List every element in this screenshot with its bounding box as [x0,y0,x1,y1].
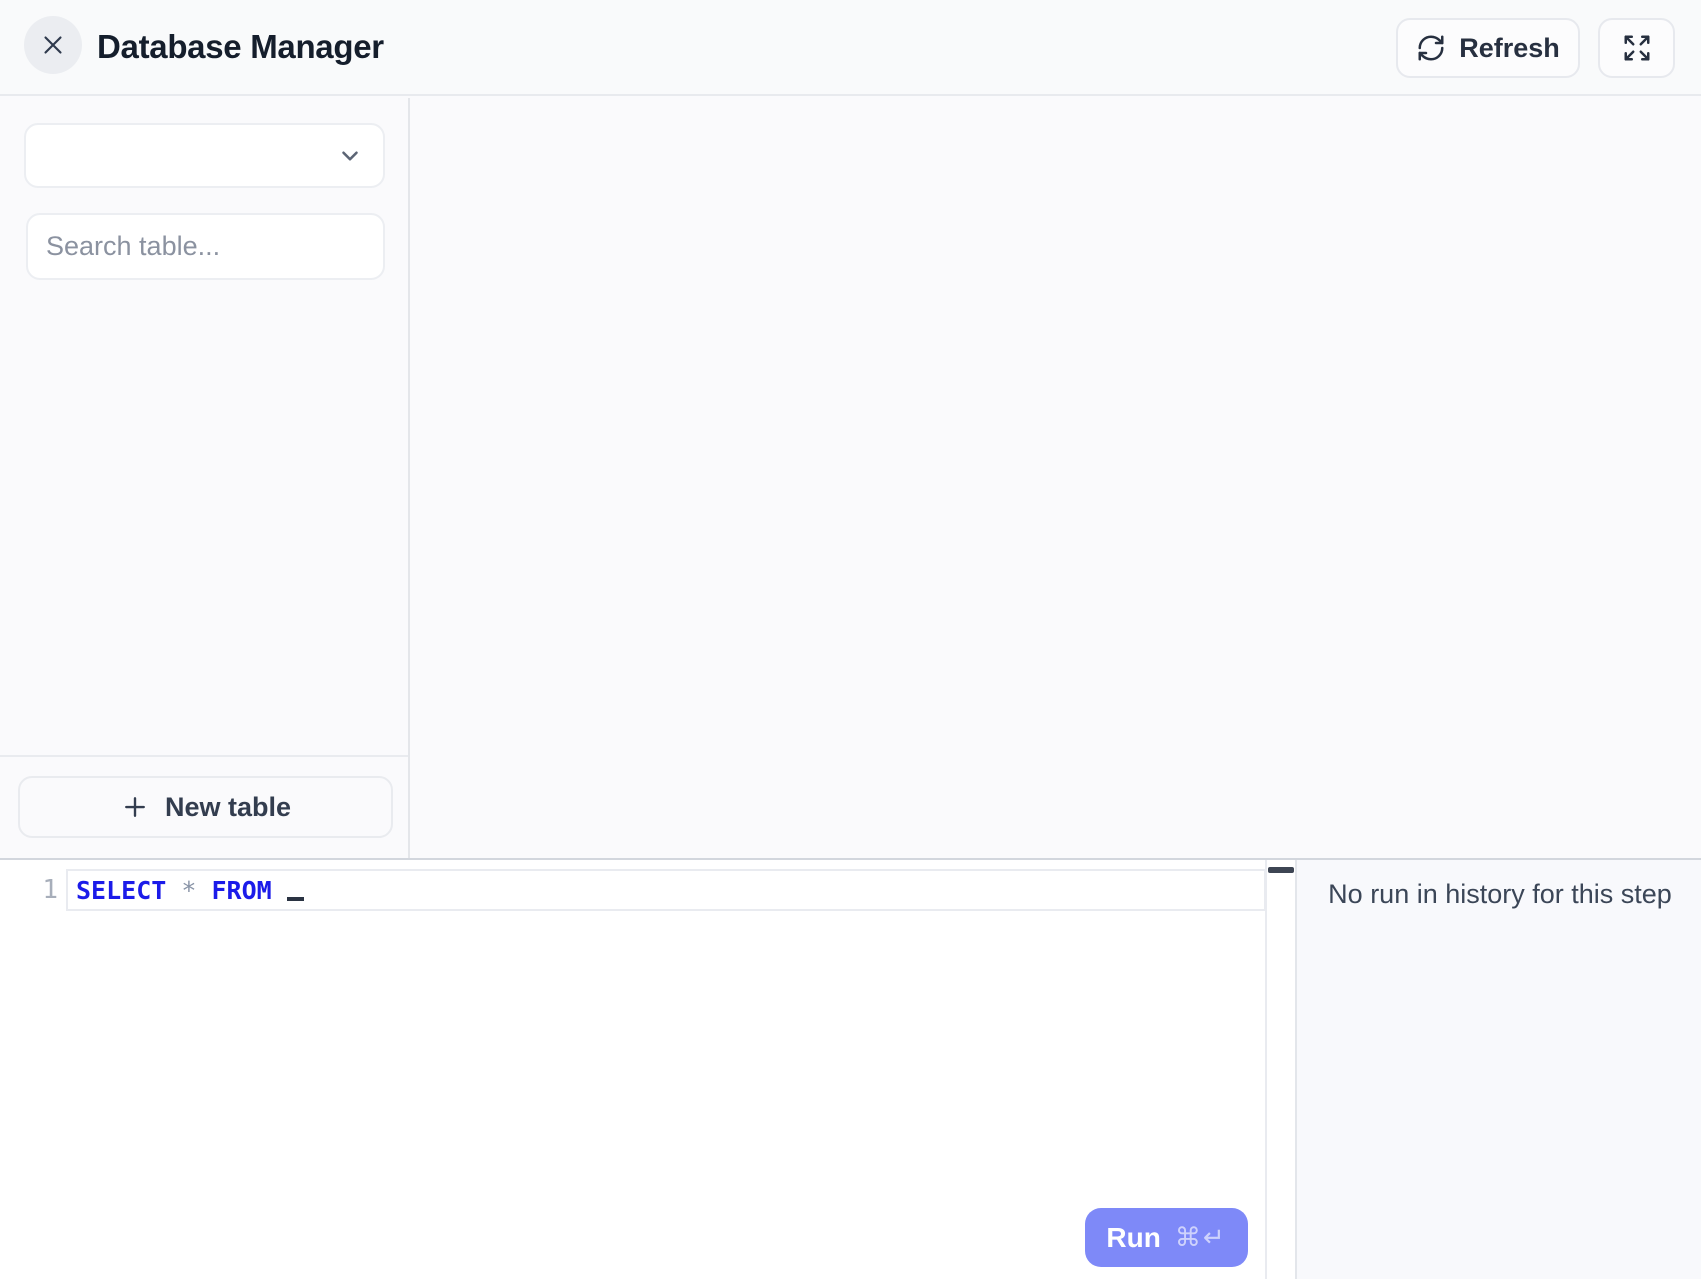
header: Database Manager Refresh [0,0,1701,96]
header-actions: Refresh [1396,18,1675,78]
run-label: Run [1106,1222,1160,1254]
refresh-label: Refresh [1459,33,1560,64]
sql-star-operator: * [181,876,196,905]
sidebar-divider [0,755,408,757]
sql-editor[interactable]: 1 SELECT * FROM Run ⌘↵ [0,860,1297,1279]
expand-button[interactable] [1598,18,1675,78]
page-title: Database Manager [97,28,384,66]
run-shortcut-hint: ⌘↵ [1175,1222,1227,1253]
sql-keyword-from: FROM [212,876,272,905]
history-empty-message: No run in history for this step [1299,879,1701,910]
new-table-button[interactable]: New table [18,776,393,838]
sql-space [196,876,211,905]
expand-icon [1622,33,1652,63]
sql-space [166,876,181,905]
refresh-icon [1416,33,1446,63]
refresh-button[interactable]: Refresh [1396,18,1580,78]
scrollbar-thumb[interactable] [1268,867,1294,873]
close-button[interactable] [24,16,82,74]
line-number: 1 [28,869,58,911]
text-cursor [287,897,304,901]
bottom-panel: 1 SELECT * FROM Run ⌘↵ No run in history… [0,858,1701,1279]
search-table-input[interactable] [26,213,385,280]
editor-scrollbar[interactable] [1265,860,1295,1279]
database-manager-window: Database Manager Refresh [0,0,1701,1279]
run-button[interactable]: Run ⌘↵ [1085,1208,1248,1267]
history-panel: No run in history for this step [1299,860,1701,1279]
close-icon [38,30,68,60]
sidebar: New table [0,98,410,858]
main-content [412,98,1701,858]
table-select[interactable] [24,123,385,188]
chevron-down-icon [337,143,363,169]
active-line[interactable]: SELECT * FROM [66,869,1266,911]
plus-icon [120,792,150,822]
new-table-label: New table [165,792,291,823]
sql-keyword-select: SELECT [76,876,166,905]
